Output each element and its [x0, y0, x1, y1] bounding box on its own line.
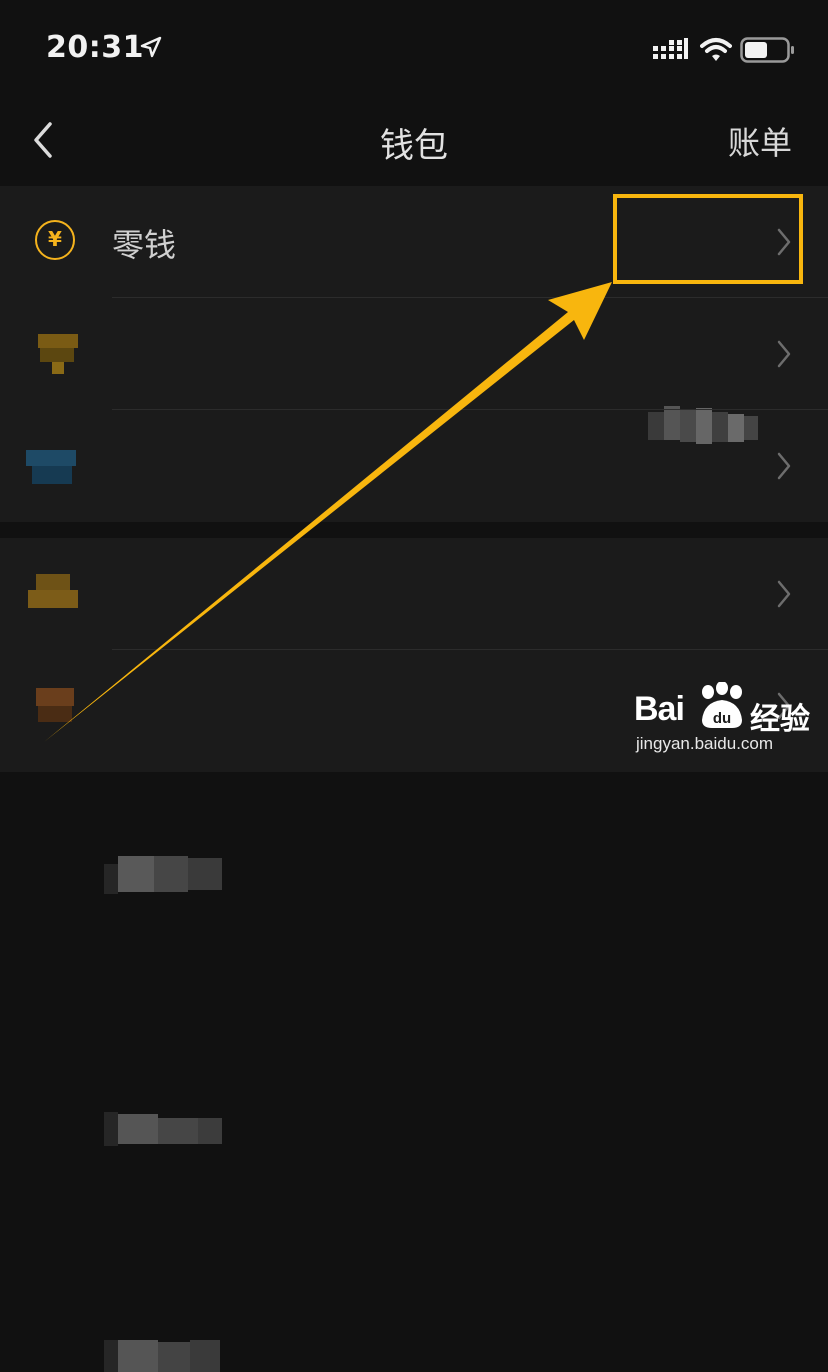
watermark-brand: Bai — [634, 690, 685, 728]
status-time: 20:31 — [46, 30, 144, 65]
wifi-icon — [700, 38, 732, 61]
baidu-jingyan-watermark: Bai du 经验 jingyan.baidu.com — [634, 680, 828, 772]
blurred-icon — [26, 332, 78, 376]
battery-icon — [740, 37, 794, 63]
page-title: 钱包 — [380, 126, 448, 166]
bill-button[interactable]: 账单 — [728, 118, 792, 164]
paw-logo-icon: du — [702, 682, 742, 728]
blurred-icon — [26, 684, 78, 728]
location-arrow-icon — [140, 36, 162, 58]
watermark-url: jingyan.baidu.com — [636, 734, 774, 753]
chevron-right-icon — [777, 340, 791, 368]
highlight-box — [613, 194, 803, 284]
svg-text:du: du — [713, 710, 731, 727]
wallet-row-label: 零钱 — [112, 226, 177, 264]
navigation-bar: 钱包 账单 — [0, 100, 828, 184]
chevron-right-icon — [777, 580, 791, 608]
wallet-row-blurred-1[interactable] — [0, 298, 828, 674]
cellular-signal-icon — [653, 38, 688, 59]
wallet-row-blurred-2[interactable] — [0, 410, 828, 894]
blurred-icon — [26, 444, 78, 488]
watermark-jingyan: 经验 — [750, 702, 810, 737]
blurred-icon — [26, 572, 78, 616]
yuan-coin-icon: ¥ — [35, 220, 75, 260]
status-bar: 20:31 — [0, 0, 828, 100]
wallet-row-blurred-3[interactable] — [0, 538, 828, 1146]
chevron-right-icon — [777, 452, 791, 480]
